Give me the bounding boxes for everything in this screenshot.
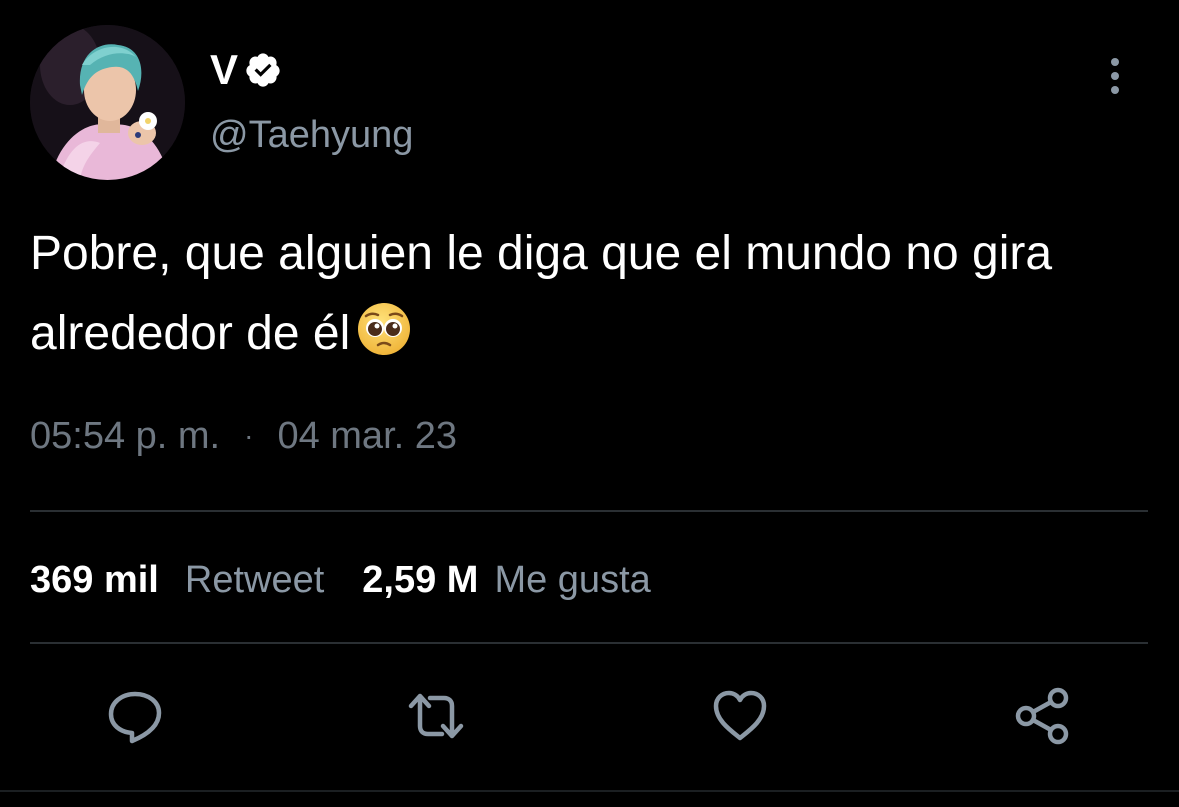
divider (30, 642, 1148, 644)
likes-label[interactable]: Me gusta (494, 556, 650, 604)
share-icon (1015, 687, 1069, 745)
divider (30, 510, 1148, 512)
like-button[interactable] (710, 686, 770, 746)
tweet-meta: 05:54 p. m. · 04 mar. 23 (30, 414, 457, 458)
likes-count[interactable]: 2,59 M (362, 556, 478, 604)
tweet-text: Pobre, que alguien le diga que el mundo … (30, 214, 1150, 374)
tweet-time: 05:54 p. m. (30, 415, 221, 457)
meta-separator: · (244, 420, 254, 451)
avatar[interactable] (30, 25, 185, 180)
verified-badge-icon (244, 51, 282, 89)
profile-photo (30, 25, 185, 180)
pleading-face-emoji-icon (356, 301, 412, 357)
retweets-label[interactable]: Retweet (185, 556, 324, 604)
tweet-date: 04 mar. 23 (277, 415, 458, 457)
display-name[interactable]: V (210, 49, 238, 91)
tweet-stats: 369 mil Retweet 2,59 M Me gusta (30, 556, 651, 604)
tweet-detail: V @Taehyung Pobre, que alguien le diga q… (0, 0, 1179, 807)
heart-icon (713, 690, 767, 741)
retweet-icon (408, 693, 464, 739)
reply-button[interactable] (105, 686, 165, 746)
retweet-button[interactable] (406, 686, 466, 746)
share-button[interactable] (1013, 686, 1073, 746)
more-options-icon[interactable] (1100, 56, 1130, 96)
speech-bubble-icon (108, 691, 162, 744)
tweet-text-content: Pobre, que alguien le diga que el mundo … (30, 227, 1066, 360)
retweets-count[interactable]: 369 mil (30, 556, 159, 604)
display-name-row: V (210, 44, 282, 96)
bottom-divider (0, 790, 1179, 792)
handle[interactable]: @Taehyung (210, 116, 413, 154)
